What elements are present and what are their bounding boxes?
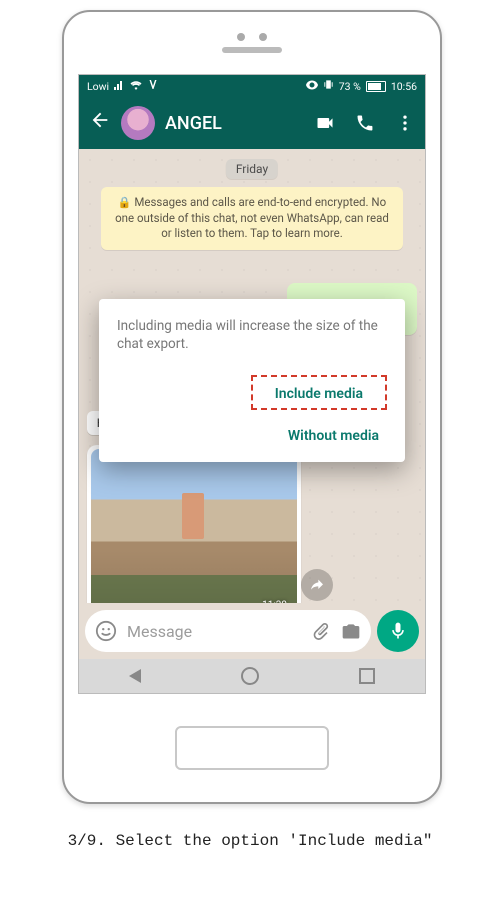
tutorial-highlight: Include media [251, 375, 387, 410]
phone-frame: Lowi 73 % 10:56 [62, 10, 442, 804]
attach-icon[interactable] [311, 621, 331, 641]
wifi-icon [130, 80, 142, 93]
dialog-message: Including media will increase the size o… [117, 317, 387, 353]
nav-home-icon[interactable] [241, 667, 259, 685]
back-icon[interactable] [89, 109, 111, 137]
mic-button[interactable] [377, 610, 419, 652]
dialog-scrim: Including media will increase the size o… [79, 149, 425, 603]
phone-top-bezel [64, 12, 440, 74]
chat-area[interactable]: Friday 🔒 Messages and calls are end-to-e… [79, 149, 425, 603]
export-dialog: Including media will increase the size o… [99, 299, 405, 462]
clock-label: 10:56 [391, 80, 417, 93]
emoji-icon[interactable] [95, 620, 117, 642]
battery-percent: 73 % [339, 80, 361, 93]
without-media-button[interactable]: Without media [280, 424, 387, 448]
hardware-home-button[interactable] [175, 726, 329, 770]
eye-comfort-icon [306, 80, 318, 93]
battery-icon [366, 81, 386, 92]
sensor-dot [237, 33, 245, 41]
vibrate-icon [323, 79, 334, 93]
camera-dot [259, 33, 267, 41]
vowifi-icon [147, 80, 159, 93]
carrier-label: Lowi [87, 80, 109, 93]
message-input-bar: Message [79, 603, 425, 659]
nav-recents-icon[interactable] [359, 668, 375, 684]
phone-bottom-bezel [64, 694, 440, 802]
nav-back-icon[interactable] [129, 669, 141, 683]
chat-header: ANGEL [79, 97, 425, 149]
phone-screen: Lowi 73 % 10:56 [78, 74, 426, 694]
voice-call-icon[interactable] [355, 113, 375, 133]
more-icon[interactable] [395, 113, 415, 133]
android-navbar [79, 659, 425, 693]
message-input[interactable]: Message [85, 610, 371, 652]
camera-icon[interactable] [341, 621, 361, 641]
contact-name[interactable]: ANGEL [165, 113, 305, 134]
status-bar: Lowi 73 % 10:56 [79, 75, 425, 97]
avatar[interactable] [121, 106, 155, 140]
message-placeholder: Message [127, 622, 301, 641]
video-call-icon[interactable] [315, 113, 335, 133]
signal-icon [114, 80, 125, 93]
tutorial-caption: 3/9. Select the option 'Include media" [0, 832, 500, 850]
include-media-button[interactable]: Include media [267, 382, 371, 406]
phone-speaker [222, 47, 282, 53]
